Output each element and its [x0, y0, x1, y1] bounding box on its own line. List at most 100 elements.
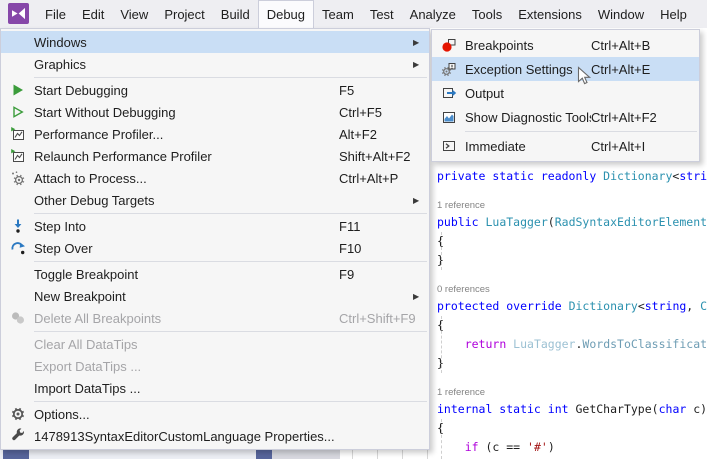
menubar-item-test[interactable]: Test — [362, 0, 402, 28]
menu-item-performance-profiler[interactable]: Performance Profiler...Alt+F2 — [1, 123, 429, 145]
blank-line — [437, 270, 707, 283]
mouse-cursor-icon — [577, 66, 592, 91]
step-over-icon — [1, 240, 34, 256]
menubar-item-tools[interactable]: Tools — [464, 0, 510, 28]
code-line[interactable]: { — [437, 232, 707, 251]
menu-item-label: New Breakpoint — [34, 289, 339, 304]
debug-menu-dropdown: Windows▶Graphics▶Start DebuggingF5Start … — [0, 28, 430, 450]
menu-item-exception-settings[interactable]: Exception SettingsCtrl+Alt+E — [432, 57, 699, 81]
menu-item-breakpoints[interactable]: BreakpointsCtrl+Alt+B — [432, 33, 699, 57]
code-token: c) — [686, 402, 707, 416]
submenu-arrow-icon: ▶ — [413, 60, 429, 69]
menu-item-output[interactable]: Output — [432, 81, 699, 105]
menu-item-label: Breakpoints — [465, 38, 591, 53]
code-token: ( — [652, 402, 659, 416]
menubar-item-extensions[interactable]: Extensions — [510, 0, 590, 28]
menu-item-label: Other Debug Targets — [34, 193, 339, 208]
codelens-references[interactable]: 1 reference — [437, 199, 707, 213]
menu-item-options[interactable]: Options... — [1, 403, 429, 425]
menu-item-shortcut: Ctrl+Alt+E — [591, 62, 683, 77]
menu-item-windows[interactable]: Windows▶ — [1, 31, 429, 53]
start-without-debugging-icon — [1, 104, 34, 120]
menu-item-label: Immediate — [465, 139, 591, 154]
scrollbar-track — [272, 449, 340, 459]
menu-item-shortcut: F5 — [339, 83, 413, 98]
menu-item-immediate[interactable]: ImmediateCtrl+Alt+I — [432, 134, 699, 158]
menu-separator — [34, 213, 427, 214]
menubar-item-window[interactable]: Window — [590, 0, 652, 28]
menu-item-toggle-breakpoint[interactable]: Toggle BreakpointF9 — [1, 263, 429, 285]
menu-item-label: Import DataTips ... — [34, 381, 339, 396]
submenu-arrow-icon: ▶ — [413, 196, 429, 205]
code-line[interactable]: } — [437, 354, 707, 373]
menu-item-import-datatips[interactable]: Import DataTips ... — [1, 377, 429, 399]
menu-item-shortcut: Ctrl+Alt+I — [591, 139, 683, 154]
performance-profiler-icon — [1, 148, 34, 164]
code-token: (c == — [479, 440, 527, 454]
menu-item-label: Step Over — [34, 241, 339, 256]
menu-item-label: Performance Profiler... — [34, 127, 339, 142]
menu-item-label: Export DataTips ... — [34, 359, 339, 374]
menu-separator — [34, 77, 427, 78]
menubar-item-team[interactable]: Team — [314, 0, 362, 28]
code-line[interactable]: protected override Dictionary<string, C — [437, 297, 707, 316]
code-token: , — [686, 299, 700, 313]
menu-item-label: Graphics — [34, 57, 339, 72]
menu-item-new-breakpoint[interactable]: New Breakpoint▶ — [1, 285, 429, 307]
menu-item-shortcut: Alt+F2 — [339, 127, 413, 142]
menu-item-step-over[interactable]: Step OverF10 — [1, 237, 429, 259]
menu-item-attach-to-process[interactable]: Attach to Process...Ctrl+Alt+P — [1, 167, 429, 189]
start-debugging-icon — [1, 82, 34, 98]
menu-item-label: Toggle Breakpoint — [34, 267, 339, 282]
menu-item-shortcut: Ctrl+Shift+F9 — [339, 311, 413, 326]
code-line[interactable]: return LuaTagger.WordsToClassificat — [437, 335, 707, 354]
diagnostic-tools-icon — [432, 109, 465, 125]
menu-item-shortcut: F11 — [339, 219, 413, 234]
menu-item-delete-all-breakpoints[interactable]: Delete All BreakpointsCtrl+Shift+F9 — [1, 307, 429, 329]
menu-item-show-diagnostic-tools[interactable]: Show Diagnostic ToolsCtrl+Alt+F2 — [432, 105, 699, 129]
code-token: < — [638, 299, 645, 313]
code-line[interactable]: if (c == '#') — [437, 438, 707, 457]
code-token: if — [465, 440, 479, 454]
menubar-item-project[interactable]: Project — [156, 0, 212, 28]
scrollbar-thumb[interactable] — [256, 449, 272, 459]
menu-item-relaunch-performance-profiler[interactable]: Relaunch Performance ProfilerShift+Alt+F… — [1, 145, 429, 167]
code-token: RadSyntaxEditorElement — [555, 215, 707, 229]
menu-item-export-datatips[interactable]: Export DataTips ... — [1, 355, 429, 377]
code-line[interactable]: { — [437, 316, 707, 335]
code-line[interactable]: public LuaTagger(RadSyntaxEditorElement — [437, 213, 707, 232]
menu-item-step-into[interactable]: Step IntoF11 — [1, 215, 429, 237]
menubar-item-build[interactable]: Build — [213, 0, 258, 28]
menu-item-graphics[interactable]: Graphics ▶ — [1, 53, 429, 75]
menu-item-other-debug-targets[interactable]: Other Debug Targets ▶ — [1, 189, 429, 211]
scrollbar-thumb[interactable] — [3, 449, 29, 459]
menu-item-start-debugging[interactable]: Start DebuggingF5 — [1, 79, 429, 101]
code-line[interactable]: internal static int GetCharType(char c) — [437, 400, 707, 419]
menu-item-label: 1478913SyntaxEditorCustomLanguage Proper… — [34, 429, 339, 444]
code-token: public — [437, 215, 485, 229]
code-token: LuaTagger — [513, 337, 575, 351]
menubar-item-edit[interactable]: Edit — [74, 0, 112, 28]
code-line[interactable]: { — [437, 419, 707, 438]
editor-peek — [340, 449, 430, 459]
properties-wrench-icon — [1, 428, 34, 444]
menu-item-label: Options... — [34, 407, 339, 422]
menu-separator — [34, 261, 427, 262]
menu-item-shortcut: Ctrl+Alt+B — [591, 38, 683, 53]
menu-item-1478913syntaxeditorcustomlanguage-properties[interactable]: 1478913SyntaxEditorCustomLanguage Proper… — [1, 425, 429, 447]
menubar-item-analyze[interactable]: Analyze — [402, 0, 464, 28]
code-token: '#' — [527, 440, 548, 454]
code-line[interactable]: } — [437, 251, 707, 270]
menu-item-label: Start Without Debugging — [34, 105, 339, 120]
menu-item-clear-all-datatips[interactable]: Clear All DataTips — [1, 333, 429, 355]
menu-item-start-without-debugging[interactable]: Start Without DebuggingCtrl+F5 — [1, 101, 429, 123]
menubar-item-help[interactable]: Help — [652, 0, 695, 28]
delete-breakpoints-icon — [1, 310, 34, 326]
menu-item-shortcut: Ctrl+F5 — [339, 105, 413, 120]
menubar-item-view[interactable]: View — [112, 0, 156, 28]
menubar-item-file[interactable]: File — [37, 0, 74, 28]
codelens-references[interactable]: 0 references — [437, 283, 707, 297]
code-line[interactable]: private static readonly Dictionary<strin… — [437, 167, 707, 186]
codelens-references[interactable]: 1 reference — [437, 386, 707, 400]
menubar-item-debug[interactable]: Debug — [258, 0, 314, 28]
